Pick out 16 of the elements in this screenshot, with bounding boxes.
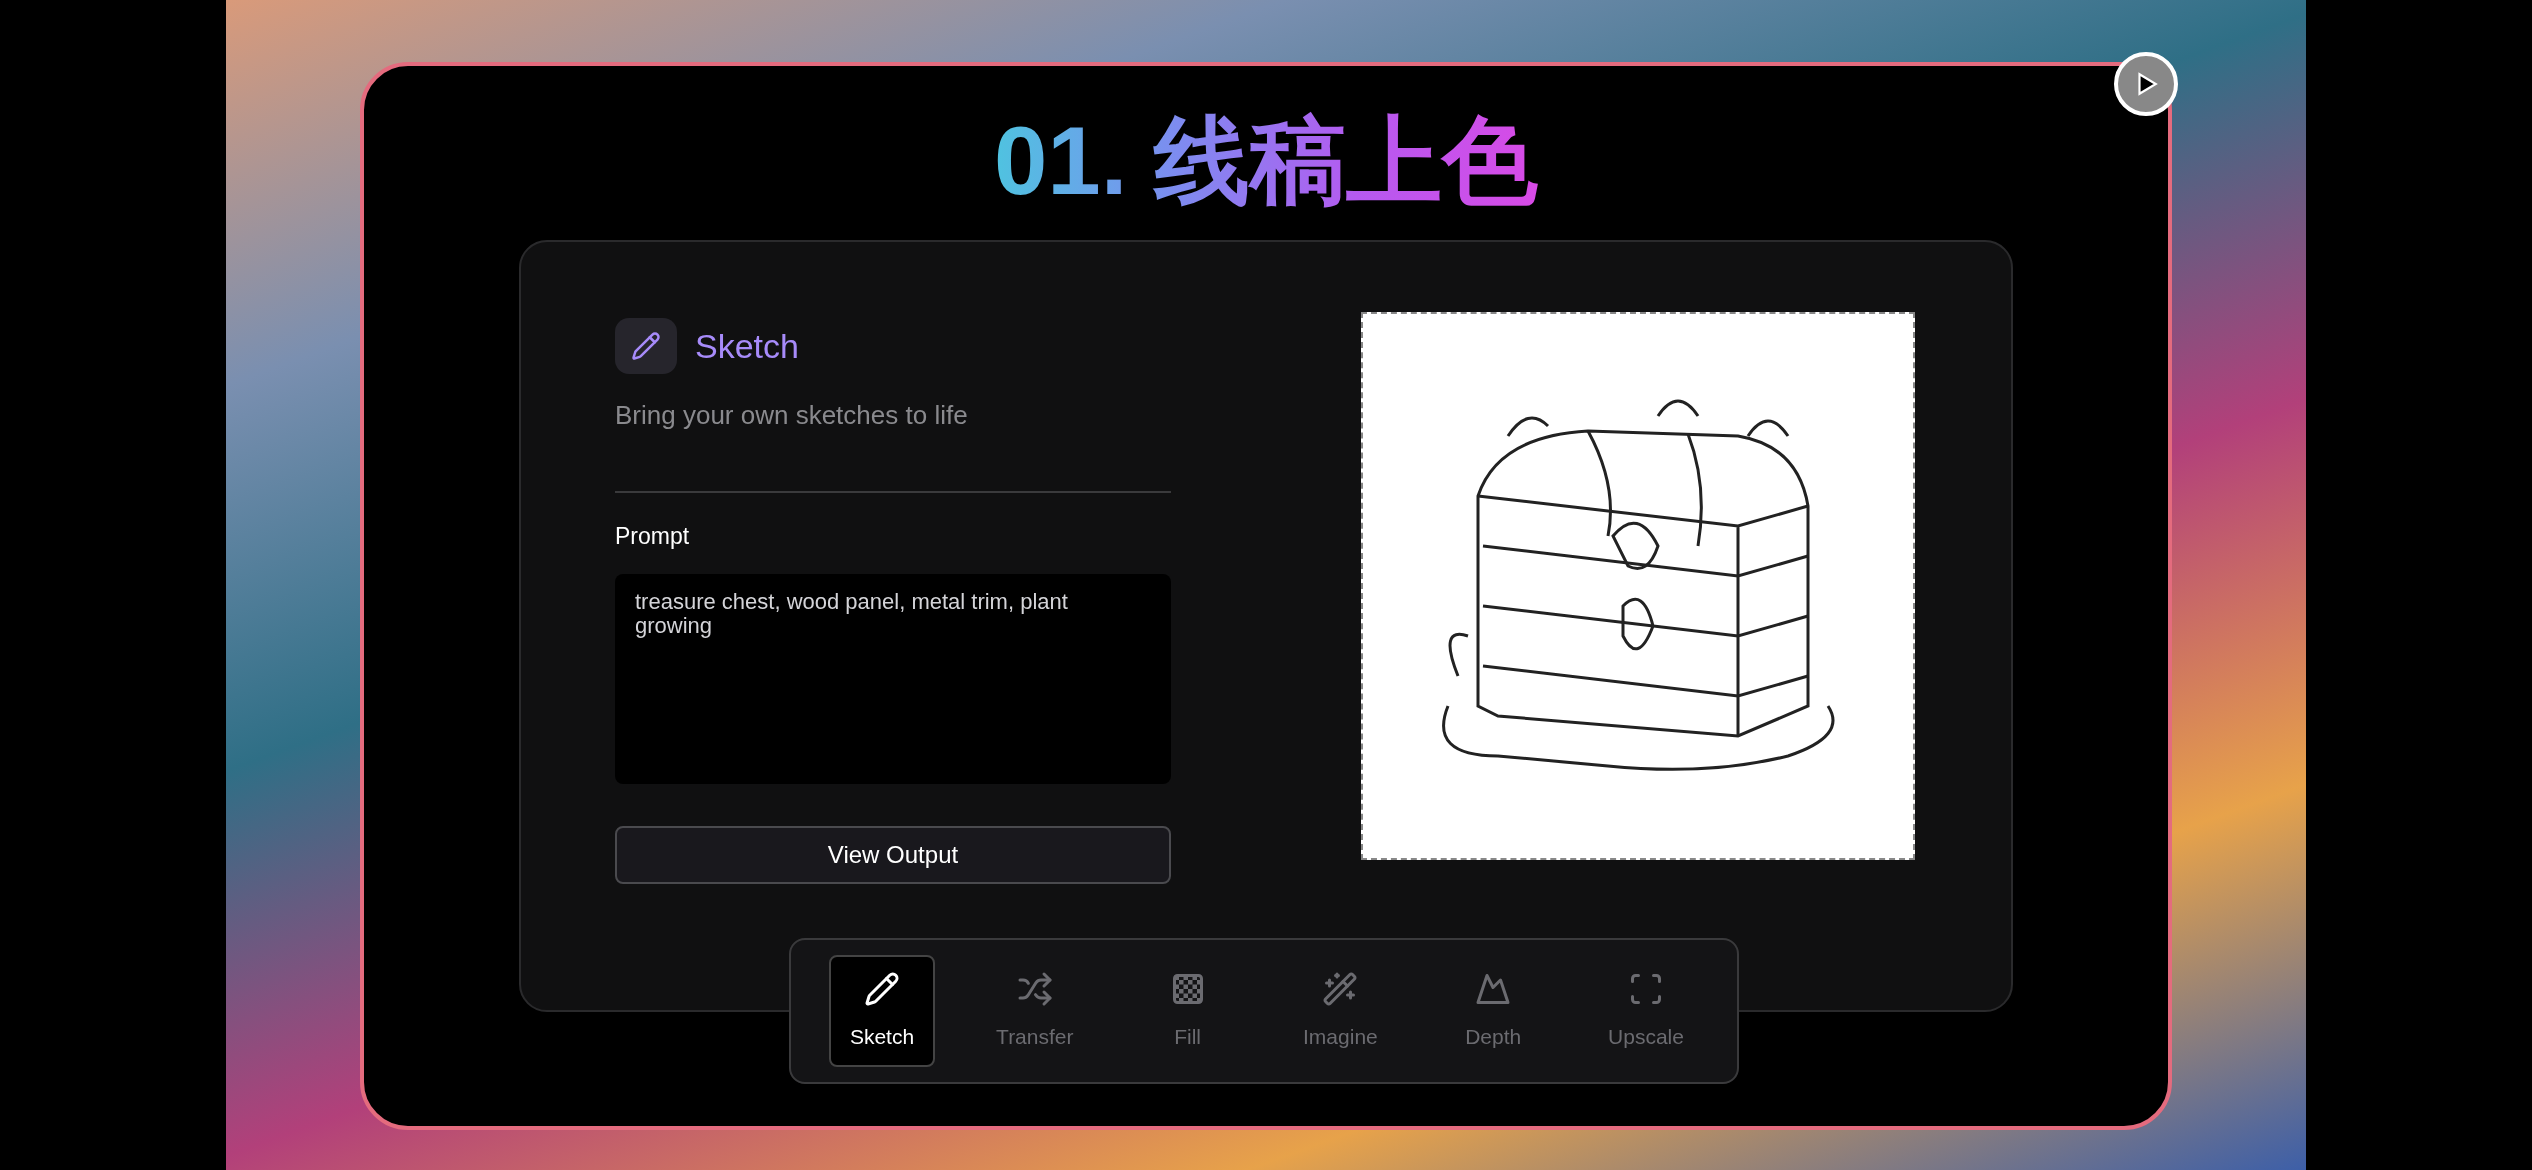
tool-tab[interactable]: Sketch: [829, 955, 935, 1068]
tool-tab[interactable]: Depth: [1440, 955, 1547, 1068]
tool-tab[interactable]: Upscale: [1593, 955, 1699, 1068]
shuffle-icon: [1016, 970, 1053, 1007]
pencil-icon: [864, 970, 900, 1007]
tool-tab[interactable]: Fill: [1134, 955, 1241, 1068]
tool-tab[interactable]: Transfer: [981, 955, 1088, 1068]
tool-tab[interactable]: Imagine: [1287, 955, 1394, 1068]
prompt-label: Prompt: [615, 522, 691, 552]
view-output-button[interactable]: View Output: [615, 825, 1171, 884]
pencil-icon: [631, 331, 661, 362]
prompt-field[interactable]: treasure chest, wood panel, metal trim, plant growing: [615, 573, 1171, 784]
play-button-icon[interactable]: [2114, 52, 2178, 116]
tool-description: Bring your own sketches to life: [615, 399, 969, 433]
tool-name: Sketch: [695, 325, 799, 367]
magic-wand-icon: [1322, 970, 1359, 1007]
